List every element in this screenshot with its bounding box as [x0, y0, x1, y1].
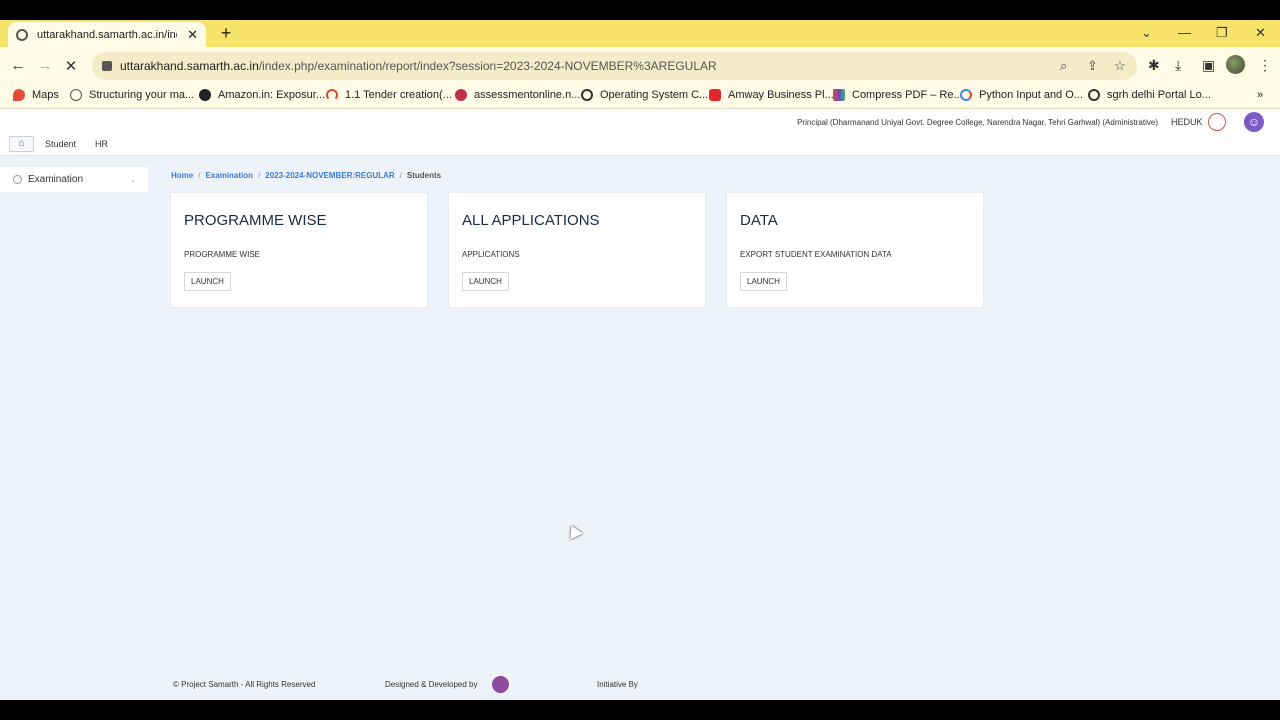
close-tab-icon[interactable]: ✕	[187, 27, 198, 43]
browser-tab[interactable]: uttarakhand.samarth.ac.in/index ✕	[8, 22, 206, 47]
card-data: DATA EXPORT STUDENT EXAMINATION DATA LAU…	[726, 192, 984, 308]
url-path: /index.php/examination/report/index?sess…	[258, 59, 717, 73]
header-top-row: Principal (Dharmanand Uniyal Govt. Degre…	[0, 109, 1280, 135]
menu-student[interactable]: Student	[45, 139, 76, 149]
bookmark-assessment[interactable]: assessmentonline.n...	[455, 89, 580, 101]
share-icon[interactable]: ⇪	[1087, 58, 1098, 74]
launch-button[interactable]: LAUNCH	[184, 272, 231, 291]
launch-button[interactable]: LAUNCH	[462, 272, 509, 291]
breadcrumb-home[interactable]: Home	[171, 171, 193, 180]
download-icon[interactable]: ⤓	[1175, 57, 1181, 74]
globe-icon	[16, 28, 28, 41]
browser-window: uttarakhand.samarth.ac.in/index ✕ + ⌄ — …	[0, 20, 1280, 700]
card-description: EXPORT STUDENT EXAMINATION DATA	[740, 250, 892, 259]
tab-search-icon[interactable]: ⌄	[1141, 25, 1152, 41]
main-menu: ⌂ Student HR	[0, 135, 1280, 156]
amazon-icon	[199, 89, 211, 101]
card-description: APPLICATIONS	[462, 250, 520, 259]
sidebar-item-examination[interactable]: Examination ⌄	[0, 167, 148, 192]
org-logo	[1208, 113, 1226, 131]
bookmark-label: Python Input and O...	[979, 89, 1083, 101]
url-host: uttarakhand.samarth.ac.in	[120, 59, 259, 73]
chevron-down-icon: ⌄	[130, 176, 136, 184]
star-icon[interactable]: ☆	[1114, 58, 1126, 74]
close-window-icon[interactable]: ✕	[1255, 25, 1266, 41]
footer-designed-by: Designed & Developed by	[385, 680, 478, 689]
restore-icon[interactable]: ❐	[1216, 25, 1228, 41]
bookmark-site-icon	[455, 89, 467, 101]
card-title: ALL APPLICATIONS	[462, 212, 600, 229]
globe-icon	[1088, 89, 1100, 101]
side-panel-icon[interactable]: ▣	[1202, 57, 1215, 74]
tab-strip: uttarakhand.samarth.ac.in/index ✕ + ⌄ — …	[0, 20, 1280, 47]
bookmark-site-icon	[70, 89, 82, 101]
bookmark-structuring[interactable]: Structuring your ma...	[70, 89, 194, 101]
bookmark-python[interactable]: Python Input and O...	[960, 89, 1083, 101]
minimize-icon[interactable]: —	[1178, 25, 1191, 40]
footer-copyright: © Project Samarth - All Rights Reserved	[173, 680, 316, 689]
google-icon	[960, 89, 972, 101]
bookmark-site-icon	[833, 89, 845, 101]
bookmark-label: sgrh delhi Portal Lo...	[1107, 89, 1211, 101]
gear-icon	[13, 175, 22, 184]
globe-icon	[581, 89, 593, 101]
address-bar[interactable]: uttarakhand.samarth.ac.in/index.php/exam…	[92, 52, 1137, 80]
card-title: DATA	[740, 212, 778, 229]
bookmark-label: Structuring your ma...	[89, 89, 195, 101]
bookmarks-overflow[interactable]: »	[1257, 89, 1263, 101]
menu-hr[interactable]: HR	[95, 139, 108, 149]
user-avatar-icon[interactable]: ☺	[1244, 112, 1264, 132]
menu-kebab-icon[interactable]: ⋮	[1258, 57, 1272, 74]
breadcrumb-separator: /	[258, 171, 261, 180]
mouse-cursor-icon	[565, 522, 583, 540]
bookmark-amazon[interactable]: Amazon.in: Exposur...	[199, 89, 325, 101]
breadcrumb-separator: /	[399, 171, 402, 180]
breadcrumb-current: Students	[406, 171, 442, 180]
gauge-icon	[326, 89, 338, 101]
youtube-icon	[709, 89, 721, 101]
bookmark-sgrh[interactable]: sgrh delhi Portal Lo...	[1088, 89, 1211, 101]
breadcrumb-examination[interactable]: Examination	[205, 171, 253, 180]
bookmark-amway[interactable]: Amway Business Pl...	[709, 89, 834, 101]
bookmark-label: assessmentonline.n...	[474, 89, 581, 101]
stop-loading-icon[interactable]: ✕	[62, 57, 80, 75]
zoom-icon[interactable]: ⌕	[1060, 58, 1067, 74]
breadcrumb-separator: /	[198, 171, 201, 180]
extensions-icon[interactable]: ✱	[1148, 57, 1160, 74]
new-tab-button[interactable]: +	[217, 23, 235, 44]
bookmark-label: Maps	[32, 89, 59, 101]
bookmark-label: 1.1 Tender creation(...	[345, 89, 452, 101]
home-icon[interactable]: ⌂	[9, 136, 34, 152]
bookmark-compress[interactable]: Compress PDF – Re...	[833, 89, 963, 101]
bookmark-maps[interactable]: Maps	[13, 89, 59, 101]
tab-title: uttarakhand.samarth.ac.in/index	[37, 28, 177, 41]
bookmark-label: Operating System C...	[600, 89, 709, 101]
url-text: uttarakhand.samarth.ac.in/index.php/exam…	[120, 59, 717, 73]
card-all-applications: ALL APPLICATIONS APPLICATIONS LAUNCH	[448, 192, 706, 308]
lock-icon	[102, 61, 112, 71]
card-description: PROGRAMME WISE	[184, 250, 261, 259]
back-icon[interactable]: ←	[9, 57, 27, 74]
launch-button[interactable]: LAUNCH	[740, 272, 787, 291]
bookmark-label: Compress PDF – Re...	[852, 89, 963, 101]
sidebar-item-label: Examination	[28, 174, 84, 185]
bookmark-label: Amway Business Pl...	[728, 89, 834, 101]
user-role: Principal (Dharmanand Uniyal Govt. Degre…	[797, 118, 1158, 127]
developer-logo[interactable]	[492, 676, 509, 693]
app-header: Principal (Dharmanand Uniyal Govt. Degre…	[0, 109, 1280, 156]
org-code[interactable]: HEDUK	[1171, 117, 1203, 127]
bookmark-tender[interactable]: 1.1 Tender creation(...	[326, 89, 452, 101]
bookmark-os[interactable]: Operating System C...	[581, 89, 708, 101]
profile-avatar[interactable]	[1226, 55, 1245, 74]
forward-icon[interactable]: →	[36, 57, 54, 74]
breadcrumb-session[interactable]: 2023-2024-NOVEMBER:REGULAR	[265, 171, 394, 180]
address-bar-row: ← → ✕ uttarakhand.samarth.ac.in/index.ph…	[0, 47, 1280, 85]
bookmark-label: Amazon.in: Exposur...	[218, 89, 325, 101]
bookmarks-bar: Maps Structuring your ma... Amazon.in: E…	[0, 85, 1280, 109]
card-programme-wise: PROGRAMME WISE PROGRAMME WISE LAUNCH	[170, 192, 428, 308]
footer-initiative-by: Initiative By	[597, 680, 638, 689]
breadcrumb: Home / Examination / 2023-2024-NOVEMBER:REGU…	[171, 171, 441, 180]
map-pin-icon	[13, 89, 25, 101]
card-title: PROGRAMME WISE	[184, 212, 327, 229]
